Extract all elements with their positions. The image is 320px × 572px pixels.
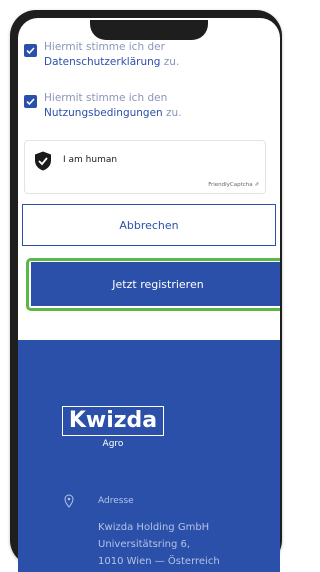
phone-notch <box>90 20 208 40</box>
address-line: Universitätsring 6, <box>98 539 191 550</box>
captcha-widget[interactable]: I am human FriendlyCaptcha ⇗ <box>24 140 266 194</box>
terms-text-suffix: zu. <box>162 107 182 119</box>
location-pin-icon <box>64 494 74 508</box>
phone-frame: Hiermit stimme ich der Datenschutzerklär… <box>10 10 282 572</box>
screen: Hiermit stimme ich der Datenschutzerklär… <box>18 18 280 572</box>
captcha-label: I am human <box>63 155 118 165</box>
terms-consent-text: Hiermit stimme ich den Nutzungsbedingung… <box>44 91 224 121</box>
shield-check-icon <box>35 151 51 171</box>
logo-subtitle: Agro <box>102 439 124 449</box>
privacy-policy-link[interactable]: Datenschutzerklärung <box>44 56 160 68</box>
address-line: Kwizda Holding GmbH <box>98 522 210 533</box>
privacy-checkbox[interactable] <box>24 44 37 57</box>
check-icon <box>26 98 35 106</box>
privacy-consent-text: Hiermit stimme ich der Datenschutzerklär… <box>44 40 224 70</box>
address-label: Adresse <box>98 496 134 506</box>
terms-checkbox[interactable] <box>24 95 37 108</box>
captcha-brand-link[interactable]: FriendlyCaptcha ⇗ <box>208 182 259 188</box>
kwizda-logo[interactable]: Kwizda <box>62 406 164 436</box>
register-button[interactable]: Jetzt registrieren <box>31 262 280 306</box>
terms-text: Hiermit stimme ich den <box>44 92 168 104</box>
address-line: 1010 Wien — Österreich <box>98 556 220 567</box>
privacy-text: Hiermit stimme ich der <box>44 41 165 53</box>
check-icon <box>26 47 35 55</box>
privacy-text-suffix: zu. <box>160 56 180 68</box>
terms-link[interactable]: Nutzungsbedingungen <box>44 107 163 119</box>
cancel-button[interactable]: Abbrechen <box>22 204 276 246</box>
footer: Kwizda Agro Adresse Kwizda Holding GmbH … <box>18 340 280 572</box>
privacy-consent[interactable]: Hiermit stimme ich der Datenschutzerklär… <box>24 40 224 70</box>
terms-consent[interactable]: Hiermit stimme ich den Nutzungsbedingung… <box>24 91 224 121</box>
